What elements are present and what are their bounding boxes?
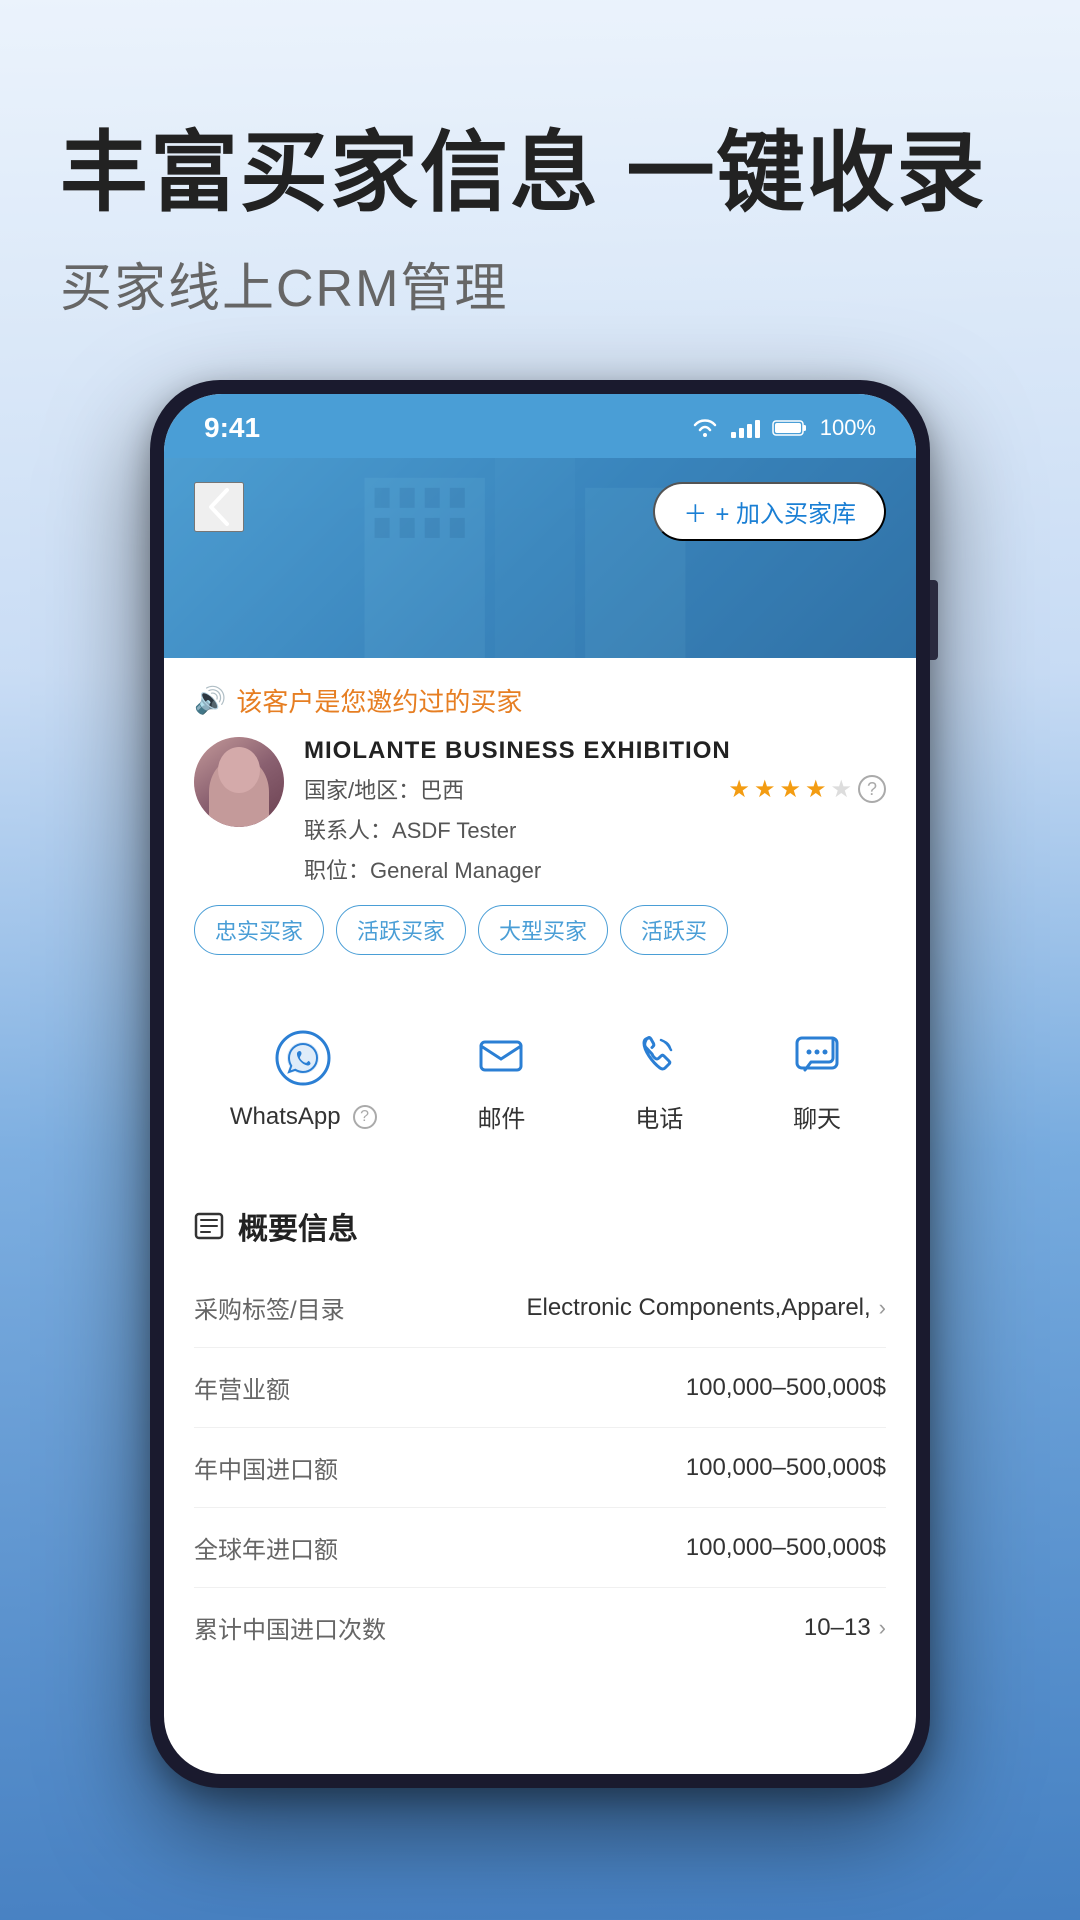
header-image: ＋ + 加入买家库 xyxy=(164,458,916,658)
info-value-3: 100,000–500,000$ xyxy=(686,1534,886,1562)
header-section: 丰富买家信息 一键收录 买家线上CRM管理 xyxy=(0,0,1080,361)
status-bar: 9:41 xyxy=(164,394,916,458)
email-label: 邮件 xyxy=(477,1099,525,1134)
star-5: ★ xyxy=(830,775,852,804)
chat-action[interactable]: 聊天 xyxy=(784,1021,850,1134)
phone-container: 9:41 xyxy=(150,380,930,1788)
main-title: 丰富买家信息 一键收录 xyxy=(60,120,1020,226)
customer-notice: 🔊 该客户是您邀约过的买家 xyxy=(194,682,886,719)
info-row-0: 采购标签/目录 Electronic Components,Apparel, › xyxy=(194,1268,886,1348)
tag-active: 活跃买家 xyxy=(336,905,466,955)
rating-stars: ★ ★ ★ ★ ★ xyxy=(728,775,852,804)
email-icon xyxy=(468,1021,534,1087)
sub-title: 买家线上CRM管理 xyxy=(60,246,1020,321)
country-text: 国家/地区：巴西 xyxy=(304,773,464,805)
contact-text: 联系人：ASDF Tester xyxy=(304,813,516,845)
info-section-icon xyxy=(194,1212,224,1240)
star-2: ★ xyxy=(754,775,776,804)
back-button[interactable] xyxy=(194,482,244,532)
speaker-icon: 🔊 xyxy=(194,685,226,716)
content-wrapper: 丰富买家信息 一键收录 买家线上CRM管理 9:41 xyxy=(0,0,1080,1920)
info-row-3: 全球年进口额 100,000–500,000$ xyxy=(194,1508,886,1588)
notice-text: 该客户是您邀约过的买家 xyxy=(236,682,522,719)
whatsapp-icon xyxy=(270,1025,336,1091)
info-label-3: 全球年进口额 xyxy=(194,1530,338,1565)
info-value-0: Electronic Components,Apparel, › xyxy=(526,1294,886,1322)
info-value-4: 10–13 › xyxy=(804,1614,886,1642)
phone-label: 电话 xyxy=(635,1099,683,1134)
star-4: ★ xyxy=(805,775,827,804)
section-title: 概要信息 xyxy=(194,1204,886,1248)
info-value-1: 100,000–500,000$ xyxy=(686,1374,886,1402)
company-name: MIOLANTE BUSINESS EXHIBITION xyxy=(304,737,886,765)
info-row-2: 年中国进口额 100,000–500,000$ xyxy=(194,1428,886,1508)
signal-icon xyxy=(731,418,760,438)
avatar-image xyxy=(194,737,284,827)
info-label-1: 年营业额 xyxy=(194,1370,290,1405)
wifi-icon xyxy=(691,417,719,439)
phone-screen: 9:41 xyxy=(164,394,916,1774)
battery-icon xyxy=(772,418,808,438)
phone-icon xyxy=(626,1021,692,1087)
tag-large: 大型买家 xyxy=(478,905,608,955)
customer-details: MIOLANTE BUSINESS EXHIBITION 国家/地区：巴西 ★ … xyxy=(304,737,886,885)
info-row-1: 年营业额 100,000–500,000$ xyxy=(194,1348,886,1428)
action-section: WhatsApp ? 邮件 xyxy=(164,991,916,1164)
whatsapp-label: WhatsApp ? xyxy=(230,1103,377,1131)
whatsapp-help-icon[interactable]: ? xyxy=(353,1105,377,1129)
status-icons: 100% xyxy=(691,415,876,441)
info-section: 概要信息 采购标签/目录 Electronic Components,Appar… xyxy=(164,1180,916,1691)
position-row: 职位：General Manager xyxy=(304,853,886,885)
info-row-4: 累计中国进口次数 10–13 › xyxy=(194,1588,886,1667)
avatar xyxy=(194,737,284,827)
status-time: 9:41 xyxy=(204,412,260,444)
tag-active2: 活跃买 xyxy=(620,905,728,955)
country-row: 国家/地区：巴西 ★ ★ ★ ★ ★ xyxy=(304,773,886,805)
rating-help-icon[interactable]: ? xyxy=(858,775,886,803)
add-to-buyer-pool-button[interactable]: ＋ + 加入买家库 xyxy=(653,482,886,541)
email-action[interactable]: 邮件 xyxy=(468,1021,534,1134)
star-1: ★ xyxy=(728,775,750,804)
chat-icon xyxy=(784,1021,850,1087)
star-3: ★ xyxy=(779,775,801,804)
phone-mockup: 9:41 xyxy=(150,380,930,1788)
info-label-4: 累计中国进口次数 xyxy=(194,1610,386,1645)
battery-text: 100% xyxy=(820,415,876,441)
chat-label: 聊天 xyxy=(793,1099,841,1134)
whatsapp-action[interactable]: WhatsApp ? xyxy=(230,1025,377,1131)
contact-row: 联系人：ASDF Tester xyxy=(304,813,886,845)
tags-row: 忠实买家 活跃买家 大型买家 活跃买 xyxy=(194,905,886,955)
phone-action[interactable]: 电话 xyxy=(626,1021,692,1134)
position-text: 职位：General Manager xyxy=(304,853,541,885)
tag-loyal: 忠实买家 xyxy=(194,905,324,955)
info-value-2: 100,000–500,000$ xyxy=(686,1454,886,1482)
chevron-right-icon-4: › xyxy=(879,1615,886,1641)
customer-info: MIOLANTE BUSINESS EXHIBITION 国家/地区：巴西 ★ … xyxy=(194,737,886,885)
info-label-0: 采购标签/目录 xyxy=(194,1290,345,1325)
info-label-2: 年中国进口额 xyxy=(194,1450,338,1485)
chevron-right-icon-0: › xyxy=(879,1295,886,1321)
customer-card: 🔊 该客户是您邀约过的买家 MIOLANTE BUSINESS EXHIBITI… xyxy=(164,658,916,975)
